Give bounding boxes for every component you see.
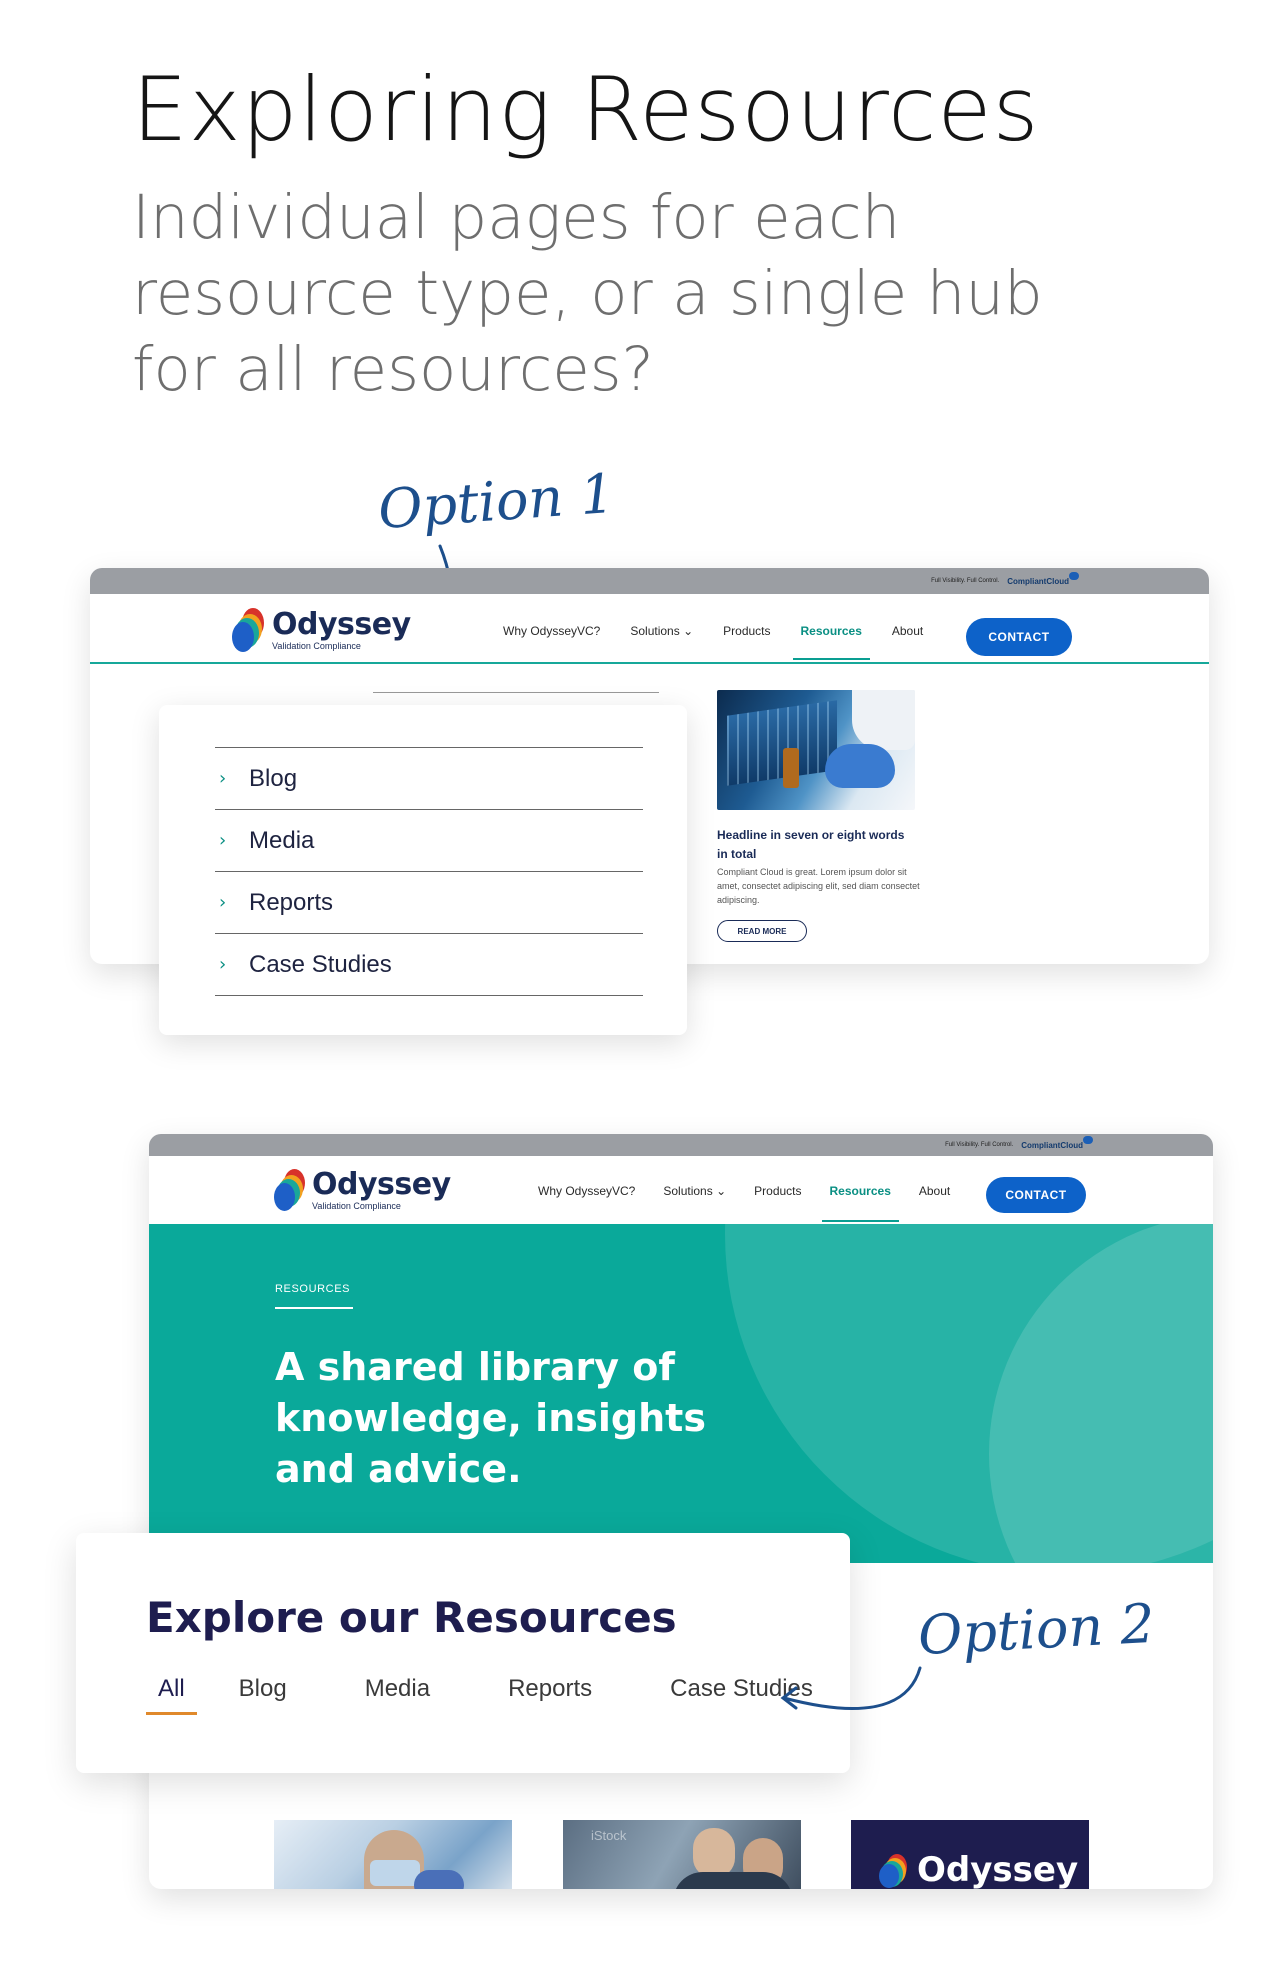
nav-resources[interactable]: Resources <box>792 624 871 660</box>
odyssey-logo[interactable]: Odyssey Validation Compliance <box>274 1169 451 1211</box>
menu-item-label: Media <box>249 826 315 854</box>
chevron-right-icon: › <box>219 954 227 975</box>
tab-reports[interactable]: Reports <box>496 1675 604 1715</box>
option2-annotation: Option 2 <box>916 1591 1157 1668</box>
hero-banner: RESOURCES A shared library of knowledge,… <box>149 1224 1213 1563</box>
nav-solutions[interactable]: Solutions ⌄ <box>630 624 693 638</box>
resource-tabs: All Blog Media Reports Case Studies <box>146 1675 879 1715</box>
explore-title: Explore our Resources <box>146 1593 677 1642</box>
nav-solutions-label: Solutions <box>630 624 680 638</box>
logo-tagline: Validation Compliance <box>312 1200 401 1211</box>
option1-annotation: Option 1 <box>376 461 617 542</box>
chevron-right-icon: › <box>219 830 227 851</box>
menu-item-case-studies[interactable]: › Case Studies <box>215 934 643 996</box>
nav-why[interactable]: Why OdysseyVC? <box>503 624 600 638</box>
resource-thumbnail-1[interactable] <box>274 1820 512 1889</box>
hero-tag: RESOURCES <box>275 1283 351 1295</box>
hero-headline: A shared library of knowledge, insights … <box>275 1345 706 1491</box>
menu-item-blog[interactable]: › Blog <box>215 748 643 810</box>
tab-media[interactable]: Media <box>353 1675 442 1715</box>
odyssey-logo-mark <box>232 608 266 652</box>
article-headline[interactable]: Headline in seven or eight words in tota… <box>717 826 917 864</box>
menu-item-label: Reports <box>249 888 334 916</box>
site-nav: Odyssey Validation Compliance Why Odysse… <box>90 594 1209 664</box>
resource-thumbnail-2[interactable]: iStock <box>563 1820 801 1889</box>
explore-resources-card: Explore our Resources All Blog Media Rep… <box>76 1533 850 1773</box>
chevron-right-icon: › <box>219 768 227 789</box>
nav-links: Why OdysseyVC? Solutions ⌄ Products Reso… <box>503 624 953 660</box>
strip-tagline: Full Visibility. Full Control. <box>931 578 1000 584</box>
chevron-down-icon: ⌄ <box>716 1184 727 1198</box>
thumbnail-watermark: iStock <box>591 1828 627 1843</box>
page-title: Exploring Resources <box>132 58 1040 161</box>
chevron-down-icon: ⌄ <box>683 624 694 638</box>
odyssey-logo[interactable]: Odyssey Validation Compliance <box>232 608 411 652</box>
nav-resources[interactable]: Resources <box>821 1184 900 1222</box>
article-body: Compliant Cloud is great. Lorem ipsum do… <box>717 867 920 905</box>
nav-about[interactable]: About <box>892 624 923 638</box>
subtitle-line-2: resource type, or a single hub <box>132 258 1043 329</box>
menu-item-reports[interactable]: › Reports <box>215 872 643 934</box>
compliantcloud-brand[interactable]: CompliantCloud <box>1021 1141 1083 1150</box>
resources-menu: › Blog › Media › Reports › Case Studies <box>215 747 643 996</box>
nav-about[interactable]: About <box>919 1184 950 1198</box>
cloud-icon <box>1083 1136 1093 1144</box>
odyssey-logo-mark <box>274 1169 306 1211</box>
option2-mockup: Full Visibility. Full Control. Compliant… <box>149 1134 1213 1889</box>
logo-name: Odyssey <box>312 1166 451 1202</box>
menu-divider <box>373 692 659 693</box>
tab-all[interactable]: All <box>146 1675 197 1715</box>
contact-button[interactable]: CONTACT <box>986 1177 1086 1213</box>
site-nav: Odyssey Validation Compliance Why Odysse… <box>149 1156 1213 1224</box>
subtitle-line-1: Individual pages for each <box>132 182 901 253</box>
logo-name: Odyssey <box>272 606 411 642</box>
page-subtitle: Individual pages for each resource type,… <box>132 180 1052 408</box>
logo-tagline: Validation Compliance <box>272 640 361 651</box>
menu-item-media[interactable]: › Media <box>215 810 643 872</box>
top-strip: Full Visibility. Full Control. Compliant… <box>90 568 1209 594</box>
resource-thumbnail-3[interactable]: Odyssey <box>851 1820 1089 1889</box>
strip-tagline: Full Visibility. Full Control. <box>945 1142 1014 1148</box>
article-image[interactable] <box>717 690 915 810</box>
menu-item-label: Blog <box>249 764 298 792</box>
nav-solutions[interactable]: Solutions ⌄ <box>663 1184 726 1198</box>
hero-tag-underline <box>275 1307 353 1309</box>
nav-why[interactable]: Why OdysseyVC? <box>538 1184 635 1198</box>
chevron-right-icon: › <box>219 892 227 913</box>
nav-links: Why OdysseyVC? Solutions ⌄ Products Reso… <box>538 1184 978 1222</box>
nav-solutions-label: Solutions <box>663 1184 713 1198</box>
cloud-icon <box>1069 572 1079 580</box>
thumbnail-brand: Odyssey <box>917 1850 1079 1889</box>
menu-item-label: Case Studies <box>249 950 392 978</box>
read-more-button[interactable]: READ MORE <box>717 920 807 942</box>
tab-blog[interactable]: Blog <box>227 1675 299 1715</box>
nav-products[interactable]: Products <box>723 624 770 638</box>
compliantcloud-brand[interactable]: CompliantCloud <box>1007 577 1069 586</box>
nav-products[interactable]: Products <box>754 1184 801 1198</box>
contact-button[interactable]: CONTACT <box>966 618 1072 656</box>
subtitle-line-3: for all resources? <box>132 334 654 405</box>
top-strip: Full Visibility. Full Control. Compliant… <box>149 1134 1213 1156</box>
resources-dropdown: › Blog › Media › Reports › Case Studies <box>159 705 687 1035</box>
arrow-icon <box>780 1666 922 1710</box>
odyssey-logo-mark <box>879 1854 909 1888</box>
